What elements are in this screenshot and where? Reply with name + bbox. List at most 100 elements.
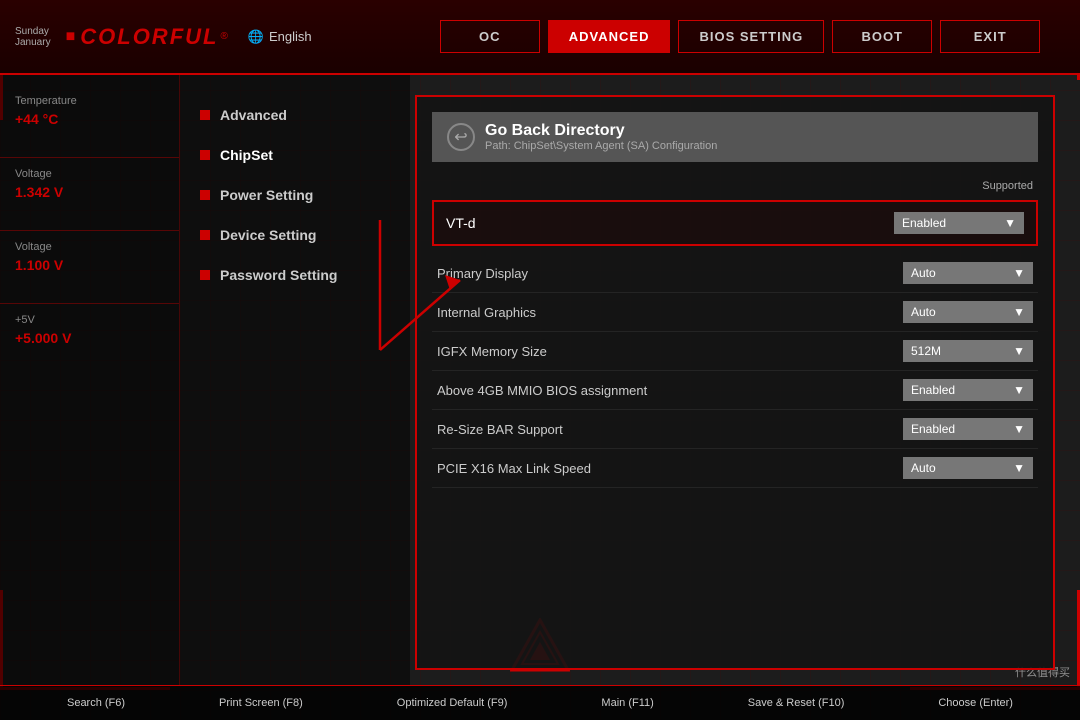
header: Sunday January ■ COLORFUL ® 🌐 English OC… — [0, 0, 1080, 75]
month-label: January — [15, 37, 51, 48]
bottom-save-reset[interactable]: Save & Reset (F10) — [748, 697, 845, 709]
temperature-label: Temperature — [15, 95, 164, 107]
internal-graphics-value: Auto — [911, 305, 936, 319]
menu-item-device-setting[interactable]: Device Setting — [180, 215, 410, 255]
primary-display-arrow: ▼ — [1013, 266, 1025, 280]
bottom-print[interactable]: Print Screen (F8) — [219, 697, 303, 709]
igfx-memory-value: 512M — [911, 344, 941, 358]
go-back-title: Go Back Directory — [485, 122, 717, 140]
menu-dot-device — [200, 230, 210, 240]
4gb-mmio-arrow: ▼ — [1013, 383, 1025, 397]
primary-display-dropdown[interactable]: Auto ▼ — [903, 262, 1033, 284]
vt-d-dropdown[interactable]: Enabled ▼ — [894, 212, 1024, 234]
nav-boot-button[interactable]: BOOT — [832, 20, 932, 53]
5v-value: +5.000 V — [15, 330, 164, 346]
internal-graphics-arrow: ▼ — [1013, 305, 1025, 319]
internal-graphics-label: Internal Graphics — [437, 305, 536, 320]
menu-item-advanced[interactable]: Advanced — [180, 95, 410, 135]
bottom-optimized[interactable]: Optimized Default (F9) — [397, 697, 508, 709]
resize-bar-label: Re-Size BAR Support — [437, 422, 563, 437]
bottom-main[interactable]: Main (F11) — [601, 697, 653, 709]
date-area: Sunday January — [15, 26, 51, 48]
voltage2-label: Voltage — [15, 241, 164, 253]
vt-d-dropdown-arrow: ▼ — [1004, 216, 1016, 230]
settings-container: Supported VT-d Enabled ▼ Primary Display… — [417, 170, 1053, 493]
setting-row-resize-bar: Re-Size BAR Support Enabled ▼ — [432, 410, 1038, 449]
temperature-value: +44 °C — [15, 111, 164, 127]
supported-column-header: Supported — [982, 180, 1033, 192]
pcie-speed-dropdown[interactable]: Auto ▼ — [903, 457, 1033, 479]
nav-bios-setting-button[interactable]: BIOS SETTING — [678, 20, 824, 53]
menu-label-advanced: Advanced — [220, 107, 287, 123]
voltage2-value: 1.100 V — [15, 257, 164, 273]
divider-2 — [0, 230, 179, 231]
brand-logo: ■ COLORFUL ® — [66, 24, 228, 50]
pcie-speed-label: PCIE X16 Max Link Speed — [437, 461, 591, 476]
language-selector[interactable]: 🌐 English — [248, 29, 312, 45]
sidebar-section-voltage2: Voltage 1.100 V — [0, 241, 179, 273]
sidebar: Temperature +44 °C Voltage 1.342 V Volta… — [0, 75, 180, 685]
logo-icon: ■ — [66, 28, 76, 46]
sidebar-section-voltage1: Voltage 1.342 V — [0, 168, 179, 200]
4gb-mmio-value: Enabled — [911, 383, 955, 397]
divider-3 — [0, 303, 179, 304]
sidebar-section-5v: +5V +5.000 V — [0, 314, 179, 346]
5v-label: +5V — [15, 314, 164, 326]
menu-dot-advanced — [200, 110, 210, 120]
menu-label-chipset: ChipSet — [220, 147, 273, 163]
primary-display-value: Auto — [911, 266, 936, 280]
menu-label-password: Password Setting — [220, 267, 337, 283]
voltage1-value: 1.342 V — [15, 184, 164, 200]
igfx-memory-arrow: ▼ — [1013, 344, 1025, 358]
menu-item-password-setting[interactable]: Password Setting — [180, 255, 410, 295]
menu-label-power: Power Setting — [220, 187, 313, 203]
vt-d-label: VT-d — [446, 215, 476, 231]
setting-row-internal-graphics: Internal Graphics Auto ▼ — [432, 293, 1038, 332]
menu-dot-power — [200, 190, 210, 200]
4gb-mmio-label: Above 4GB MMIO BIOS assignment — [437, 383, 647, 398]
pcie-speed-value: Auto — [911, 461, 936, 475]
4gb-mmio-dropdown[interactable]: Enabled ▼ — [903, 379, 1033, 401]
menu-label-device: Device Setting — [220, 227, 316, 243]
internal-graphics-dropdown[interactable]: Auto ▼ — [903, 301, 1033, 323]
setting-row-4gb-mmio: Above 4GB MMIO BIOS assignment Enabled ▼ — [432, 371, 1038, 410]
nav-buttons: OC ADVANCED BIOS SETTING BOOT EXIT — [400, 20, 1080, 53]
main-menu: Advanced ChipSet Power Setting Device Se… — [180, 75, 410, 685]
setting-row-primary-display: Primary Display Auto ▼ — [432, 254, 1038, 293]
resize-bar-value: Enabled — [911, 422, 955, 436]
vt-d-row: VT-d Enabled ▼ — [432, 200, 1038, 246]
bottom-bar: Search (F6) Print Screen (F8) Optimized … — [0, 685, 1080, 720]
resize-bar-dropdown[interactable]: Enabled ▼ — [903, 418, 1033, 440]
igfx-memory-dropdown[interactable]: 512M ▼ — [903, 340, 1033, 362]
nav-exit-button[interactable]: EXIT — [940, 20, 1040, 53]
voltage1-label: Voltage — [15, 168, 164, 180]
globe-icon: 🌐 — [248, 29, 264, 45]
bottom-choose[interactable]: Choose (Enter) — [938, 697, 1013, 709]
menu-dot-password — [200, 270, 210, 280]
content-area: ↩ Go Back Directory Path: ChipSet\System… — [415, 95, 1055, 670]
brand-area: Sunday January ■ COLORFUL ® 🌐 English — [0, 24, 400, 50]
registered-icon: ® — [220, 31, 227, 42]
vt-d-value: Enabled — [902, 216, 946, 230]
resize-bar-arrow: ▼ — [1013, 422, 1025, 436]
language-label: English — [269, 29, 312, 44]
brand-name: COLORFUL — [80, 24, 218, 50]
igfx-memory-label: IGFX Memory Size — [437, 344, 547, 359]
nav-oc-button[interactable]: OC — [440, 20, 540, 53]
pcie-speed-arrow: ▼ — [1013, 461, 1025, 475]
nav-advanced-button[interactable]: ADVANCED — [548, 20, 671, 53]
sidebar-section-temperature: Temperature +44 °C — [0, 95, 179, 127]
bottom-search[interactable]: Search (F6) — [67, 697, 125, 709]
settings-header-row: Supported — [432, 175, 1038, 197]
setting-row-pcie-speed: PCIE X16 Max Link Speed Auto ▼ — [432, 449, 1038, 488]
day-label: Sunday — [15, 26, 51, 37]
divider-1 — [0, 157, 179, 158]
go-back-icon: ↩ — [447, 123, 475, 151]
setting-row-igfx-memory: IGFX Memory Size 512M ▼ — [432, 332, 1038, 371]
go-back-bar[interactable]: ↩ Go Back Directory Path: ChipSet\System… — [432, 112, 1038, 162]
primary-display-label: Primary Display — [437, 266, 528, 281]
menu-dot-chipset — [200, 150, 210, 160]
menu-item-chipset[interactable]: ChipSet — [180, 135, 410, 175]
menu-item-power-setting[interactable]: Power Setting — [180, 175, 410, 215]
go-back-text: Go Back Directory Path: ChipSet\System A… — [485, 122, 717, 152]
